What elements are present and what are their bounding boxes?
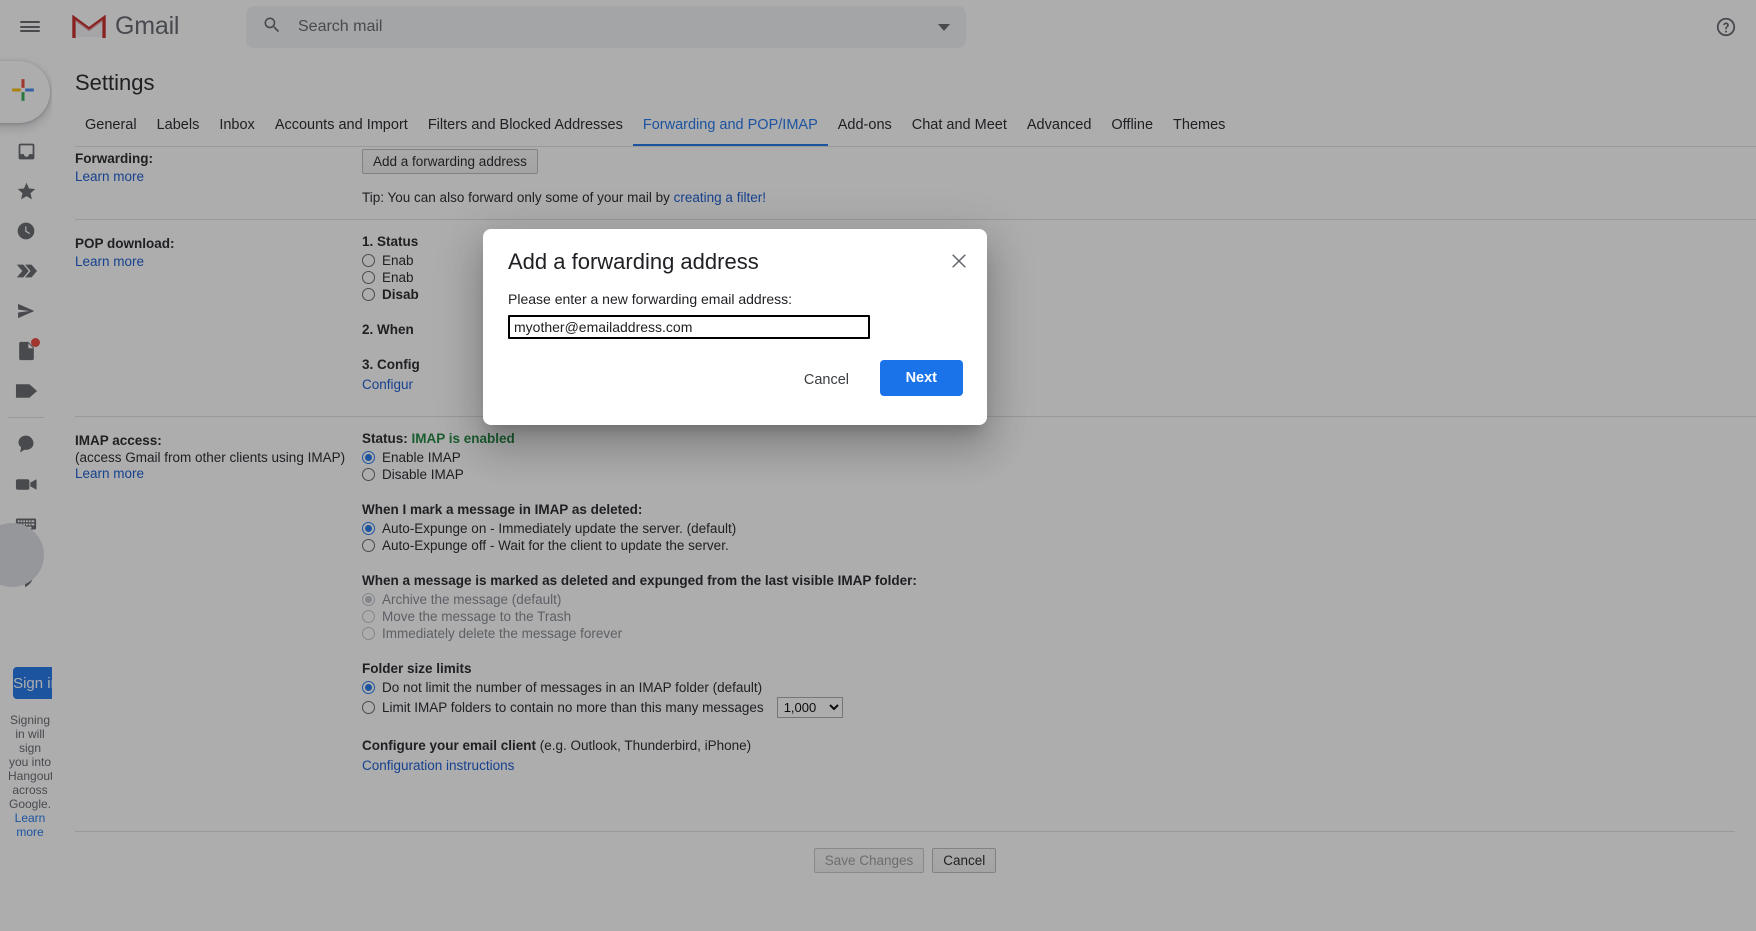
dialog-prompt: Please enter a new forwarding email addr… (508, 291, 793, 307)
forwarding-email-input[interactable] (508, 315, 870, 339)
dialog-next-button[interactable]: Next (879, 360, 963, 396)
gmail-settings-screen: Gmail Search mail Sign in Signing in wil… (0, 0, 1756, 931)
dialog-title: Add a forwarding address (508, 249, 759, 274)
add-forwarding-address-dialog: Add a forwarding address Please enter a … (483, 229, 987, 425)
dialog-cancel-button[interactable]: Cancel (792, 363, 861, 397)
close-icon[interactable] (945, 247, 973, 275)
modal-scrim[interactable] (0, 0, 1756, 931)
